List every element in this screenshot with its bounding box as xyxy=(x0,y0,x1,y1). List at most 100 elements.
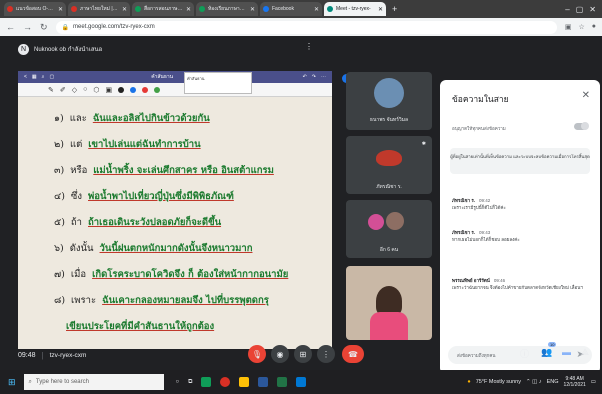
self-view-tile[interactable] xyxy=(346,266,432,340)
notification-icon[interactable]: ▭ xyxy=(591,379,596,385)
profile-icon[interactable]: ● xyxy=(592,23,596,31)
worksheet-row: ๗) เมื่อ เกิดโรคระบาดโควิดจึง ก็ ต้องใส่หน… xyxy=(54,267,288,282)
message-sender: ภัทรณิชา ร. xyxy=(452,230,476,235)
tray-icons: ⌃ ◫ ♪ xyxy=(526,379,542,385)
chat-message: พรรณทิพย์ อารีรัตน์ 09:46 เพราะว่าฉันยากจ… xyxy=(452,278,588,291)
tab-favicon-icon xyxy=(7,6,13,12)
minimize-icon[interactable]: – xyxy=(565,5,569,14)
handwritten-sentence: พ่อน้ำพาไปเที่ยวญี่ปุ่นซึ่งมีพิพิธภัณฑ์ xyxy=(88,191,234,202)
word-icon[interactable] xyxy=(258,377,269,387)
excel-icon[interactable] xyxy=(277,377,288,387)
star-icon[interactable]: ☆ xyxy=(578,23,584,31)
lasso-icon: ○ xyxy=(83,86,88,93)
conjunction-word: ถ้า xyxy=(70,217,82,228)
tab-close-icon[interactable]: ✕ xyxy=(122,6,127,13)
edge-icon[interactable] xyxy=(296,377,307,387)
browser-tab[interactable]: แนวข้อสอบ O-NET ✕ xyxy=(4,2,66,16)
chat-permission-label: อนุญาตให้ทุกคนส่งข้อความ xyxy=(452,126,506,131)
chat-icon[interactable]: ▬ xyxy=(562,347,571,357)
activities-icon[interactable]: ⟁ xyxy=(581,347,589,358)
browser-tab[interactable]: Meet - tzv-ryex- ✕ xyxy=(324,2,386,16)
more-options-button[interactable]: ⋮ xyxy=(317,345,335,363)
browser-tab[interactable]: ห้องเรียนภาษาไทย - G✕ xyxy=(196,2,258,16)
participant-tile-1[interactable]: ธนาพร จันทร์วิมล xyxy=(346,72,432,130)
mic-off-button[interactable]: 🎙 xyxy=(248,345,266,363)
meet-control-bar: 09:48 | tzv-ryex-cxm 🎙 ◉ ⊞ ⋮ ☎ ⓘ 👥 10 ▬ … xyxy=(0,340,602,370)
tab-close-icon[interactable]: ✕ xyxy=(186,6,191,13)
shared-app-toolbar: < ▦ ⌕ ▢ คำสันธาน ↶ ↷ ⋯ xyxy=(18,71,332,83)
tab-close-icon[interactable]: ✕ xyxy=(58,6,63,13)
grid-icon: ▦ xyxy=(31,74,37,80)
tab-close-icon[interactable]: ✕ xyxy=(314,6,319,13)
handwritten-sentence: เขียนประโยคที่มีคำสันธานให้ถูกต้อง xyxy=(66,321,215,332)
task-view-icon[interactable]: ⧉ xyxy=(188,379,192,386)
reload-icon[interactable]: ↻ xyxy=(40,22,48,33)
row-number: ๖) xyxy=(54,243,64,254)
browser-tab-strip: แนวข้อสอบ O-NET✕ภาษาไทยใหม่ | ร.ระดับชั้… xyxy=(0,0,602,18)
pen-toolbar: ✎ ✐ ◇ ○ ⬡ ▣ xyxy=(18,83,332,97)
worksheet: ๑) และ ฉันและอลิสไปกินข้าวด้วยกัน ๒) แต่ เขาไ… xyxy=(18,97,332,349)
tab-favicon-icon xyxy=(327,6,333,12)
people-icon[interactable]: 👥 xyxy=(541,347,552,358)
handwritten-sentence: ถ้าเธอเดินระวังปลอดภัยก็จะดีขึ้น xyxy=(88,217,222,228)
tab-close-icon[interactable]: ✕ xyxy=(378,6,383,13)
system-tray: ● 75°F Mostly sunny ⌃ ◫ ♪ ENG 9:48 AM 12… xyxy=(467,376,602,388)
language-indicator: ENG xyxy=(546,379,559,385)
presenter-label: Nuknook ob กำลังนำเสนอ xyxy=(34,47,103,53)
tab-label: สื่อการสอนภาษาไทย xyxy=(144,6,183,12)
handwritten-sentence: เขาไปเล่นแต่ฉันทำการบ้าน xyxy=(88,139,201,150)
camera-button[interactable]: ◉ xyxy=(271,345,289,363)
participant-name: อีก 6 คน xyxy=(379,247,399,253)
participant-tile-more[interactable]: อีก 6 คน xyxy=(346,200,432,258)
lock-icon: 🔒 xyxy=(61,24,70,31)
chat-permission-row: อนุญาตให้ทุกคนส่งข้อความ xyxy=(452,122,589,132)
blue-color-swatch xyxy=(130,86,137,93)
address-bar: ← → ↻ 🔒 meet.google.com/tzv-ryex-cxm ▣ ☆… xyxy=(0,18,602,36)
browser-tab[interactable]: สื่อการสอนภาษาไทย✕ xyxy=(132,2,194,16)
tab-favicon-icon xyxy=(199,6,205,12)
worksheet-row: ๒) แต่ เขาไปเล่นแต่ฉันทำการบ้าน xyxy=(54,137,201,152)
cortana-icon[interactable]: ○ xyxy=(176,379,180,385)
present-button[interactable]: ⊞ xyxy=(294,345,312,363)
forward-icon[interactable]: → xyxy=(23,22,32,32)
file-explorer-icon[interactable] xyxy=(239,377,250,387)
handwritten-sentence: เกิดโรคระบาดโควิดจึง ก็ ต้องใส่หน้ากากอน… xyxy=(92,269,289,280)
conjunction-word: ซึ่ง xyxy=(70,191,82,202)
tab-favicon-icon xyxy=(71,6,77,12)
weather-icon: ● xyxy=(467,379,471,385)
taskbar-search[interactable]: ⌕ Type here to search xyxy=(23,374,164,390)
row-number: ๑) xyxy=(54,113,64,124)
taskbar-date: 12/1/2021 xyxy=(563,382,586,388)
url-input[interactable]: 🔒 meet.google.com/tzv-ryex-cxm xyxy=(55,20,557,34)
browser-tab[interactable]: Facebook ✕ xyxy=(260,2,322,16)
participant-tile-2[interactable]: ✱ ภัทรณิชา ร. xyxy=(346,136,432,194)
info-icon[interactable]: ⓘ xyxy=(520,347,529,360)
back-icon[interactable]: ← xyxy=(6,22,15,32)
more-options-icon[interactable]: ⋮ xyxy=(305,42,313,51)
row-number: ๕) xyxy=(54,217,65,228)
browser-tab[interactable]: ภาษาไทยใหม่ | ร.ระดับชั้น✕ xyxy=(68,2,130,16)
app-icon[interactable] xyxy=(201,377,212,387)
worksheet-row: ๘) เพราะ ฉันเคาะกลองหมายลมจึง ไปที่บรรพุตด… xyxy=(54,293,269,308)
tab-label: ห้องเรียนภาษาไทย - G xyxy=(208,6,247,12)
worksheet-row: ๖) ดังนั้น วันนี้ฝนตกหนักมากดังนั้นจึงหนาว… xyxy=(54,241,252,256)
handwritten-sentence: ฉันและอลิสไปกินข้าวด้วยกัน xyxy=(92,113,210,124)
chrome-icon[interactable] xyxy=(220,377,231,387)
maximize-icon[interactable]: ▢ xyxy=(576,5,584,14)
back-arrow-icon: < xyxy=(24,74,27,80)
avatar xyxy=(374,78,404,108)
chat-permission-toggle[interactable] xyxy=(574,122,589,130)
mic-off-icon: ✱ xyxy=(421,141,426,147)
close-window-icon[interactable]: ✕ xyxy=(589,5,596,14)
new-tab-button[interactable]: + xyxy=(388,4,401,14)
taskbar-clock: 9:48 AM 12/1/2021 xyxy=(564,376,586,388)
row-number: ๒) xyxy=(54,139,64,150)
undo-icon: ↶ xyxy=(302,74,307,80)
end-call-button[interactable]: ☎ xyxy=(342,345,364,363)
tab-close-icon[interactable]: ✕ xyxy=(250,6,255,13)
camera-icon[interactable]: ▣ xyxy=(565,23,572,31)
toolbar-icons: ▣ ☆ ● xyxy=(565,23,596,31)
close-icon[interactable]: ✕ xyxy=(582,90,590,101)
black-color-swatch xyxy=(118,86,125,93)
windows-start-icon[interactable]: ⊞ xyxy=(8,377,16,388)
